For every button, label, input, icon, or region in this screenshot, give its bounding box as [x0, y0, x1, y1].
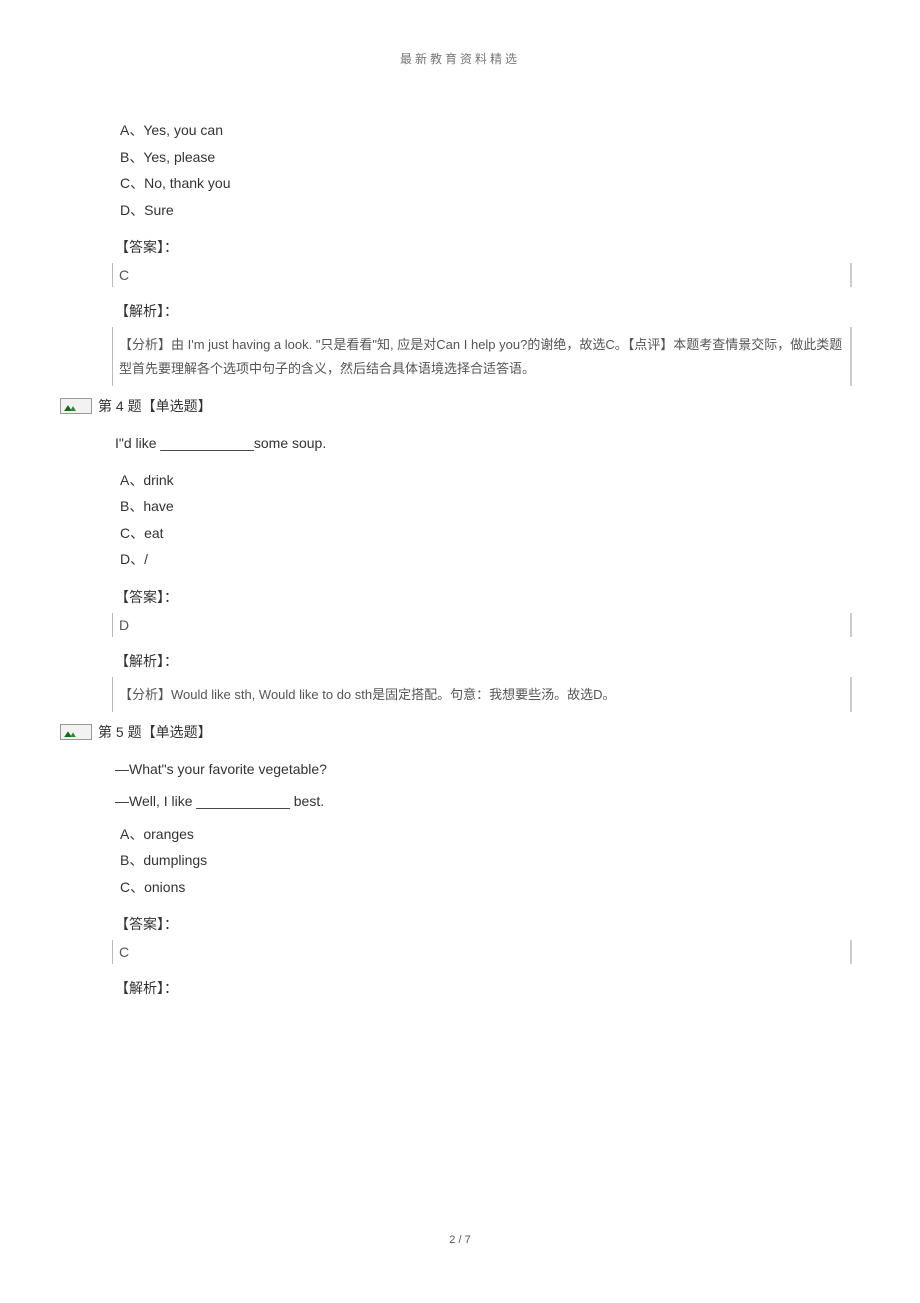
q3-option-b: B、Yes, please	[120, 144, 860, 171]
q4-header: 第 4 题【单选题】	[98, 396, 212, 416]
q5-stem1: —What"s your favorite vegetable?	[115, 758, 860, 780]
q3-option-d: D、Sure	[120, 197, 860, 224]
q5-answer: C	[112, 940, 852, 964]
image-placeholder-icon	[60, 398, 92, 414]
q4-options: A、drink B、have C、eat D、/	[120, 467, 860, 573]
q4-answer-label: 【答案】：	[115, 587, 860, 607]
q3-option-a: A、Yes, you can	[120, 117, 860, 144]
image-placeholder-icon	[60, 724, 92, 740]
q3-option-c: C、No, thank you	[120, 170, 860, 197]
q5-stem2: —Well, I like ____________ best.	[115, 793, 860, 809]
q3-analysis: 【分析】由 I'm just having a look. "只是看看"知, 应…	[112, 327, 852, 386]
page-header: 最新教育资料精选	[60, 50, 860, 67]
q5-option-b: B、dumplings	[120, 847, 860, 874]
q5-option-a: A、oranges	[120, 821, 860, 848]
q4-answer: D	[112, 613, 852, 637]
q4-analysis: 【分析】Would like sth, Would like to do sth…	[112, 677, 852, 712]
q4-option-a: A、drink	[120, 467, 860, 494]
q4-option-b: B、have	[120, 493, 860, 520]
q3-analysis-label: 【解析】：	[115, 301, 860, 321]
q3-answer: C	[112, 263, 852, 287]
q4-option-d: D、/	[120, 546, 860, 573]
q3-options: A、Yes, you can B、Yes, please C、No, thank…	[120, 117, 860, 223]
q5-option-c: C、onions	[120, 874, 860, 901]
q5-header: 第 5 题【单选题】	[98, 722, 212, 742]
q4-stem: I"d like ____________some soup.	[115, 432, 860, 454]
q5-answer-label: 【答案】：	[115, 914, 860, 934]
q5-analysis-label: 【解析】：	[115, 978, 860, 998]
q3-answer-label: 【答案】：	[115, 237, 860, 257]
q4-analysis-label: 【解析】：	[115, 651, 860, 671]
q4-option-c: C、eat	[120, 520, 860, 547]
q4-header-row: 第 4 题【单选题】	[60, 396, 860, 416]
page-footer: 2 / 7	[0, 1234, 920, 1246]
document-page: 最新教育资料精选 A、Yes, you can B、Yes, please C、…	[0, 0, 920, 1260]
q5-header-row: 第 5 题【单选题】	[60, 722, 860, 742]
q5-options: A、oranges B、dumplings C、onions	[120, 821, 860, 901]
